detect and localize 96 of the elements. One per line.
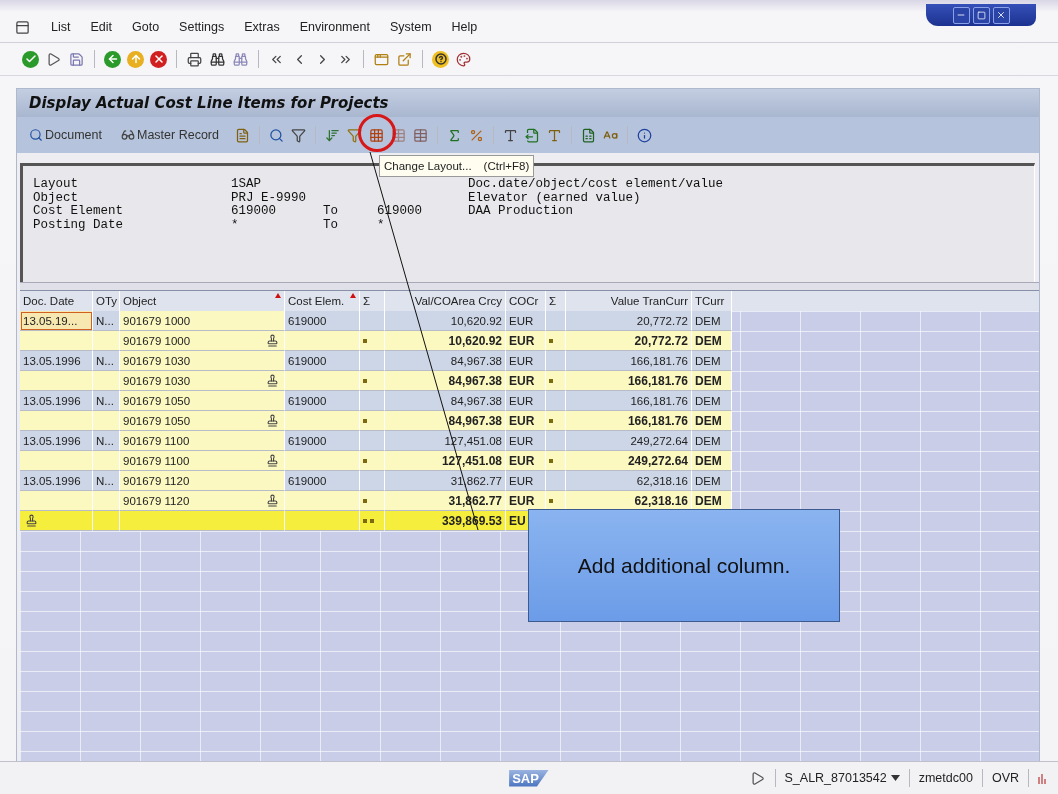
logo: SAP [509,769,549,787]
table-cell: DEM [692,411,732,431]
table-cell: DEM [692,491,732,511]
cell-text: 901679 1120 [123,494,190,507]
cell-text: 901679 1000 [123,334,191,347]
table-cell: DEM [692,471,732,491]
table-cell: 20,772.72 [566,331,692,351]
table-cell: N... [93,471,120,491]
menu-item[interactable]: Environment [299,20,370,34]
table-cell: 166,181.76 [566,391,692,411]
tooltip-shortcut: (Ctrl+F8) [483,160,530,172]
table-cell: EUR [506,411,546,431]
header-description: Elevator (earned value) [468,191,642,205]
table-cell: 901679 1100 [120,431,285,451]
tooltip-text: Change Layout... [384,160,472,172]
table-cell: 20,772.72 [566,311,692,331]
server-name: zmetdc00 [918,771,973,785]
table-cell: EUR [506,331,546,351]
table-cell: 62,318.16 [566,471,692,491]
header-value: * [231,218,240,233]
menu-item[interactable]: Edit [90,20,112,34]
header-description: Doc.date/object/cost element/value [468,178,725,192]
table-cell: EUR [506,371,546,391]
table-cell: 13.05.1996 [20,431,93,451]
master-record-button[interactable]: Master Record [117,128,223,142]
header-value: * [377,218,386,233]
table-cell: EUR [506,311,546,331]
table-cell: 10,620.92 [385,311,506,331]
table-cell: 13.05.1996 [20,471,93,491]
header-label: Posting Date [33,218,124,233]
cell-text: 901679 1100 [123,454,190,467]
table-cell: 619000 [285,311,360,331]
header-label: Layout [33,178,79,192]
table-cell: 13.05.19... [20,311,93,331]
table-cell: N... [93,431,120,451]
table-cell: 84,967.38 [385,391,506,411]
table-cell: 249,272.64 [566,431,692,451]
menu-item[interactable]: Goto [132,20,160,34]
menu-item[interactable]: System [389,20,432,34]
screen-title: Display Actual Cost Line Items for Projects [17,89,1039,117]
header-value: 619000 [231,205,277,219]
table-cell: 13.05.1996 [20,391,93,411]
menu-item[interactable]: Extras [244,20,280,34]
cell-text: 901679 1050 [123,414,191,427]
menu-item[interactable]: Settings [179,20,225,34]
table-cell: 339,869.53 [385,511,506,531]
table-cell: 901679 1030 [120,351,285,371]
input-mode: OVR [991,771,1019,785]
table-cell: EUR [506,451,546,471]
table-cell: 619000 [285,471,360,491]
table-cell: 166,181.76 [566,351,692,371]
header-value: 619000 [377,205,423,219]
menu-item[interactable]: List [51,20,71,34]
table-cell: 619000 [285,351,360,371]
table-cell: DEM [692,311,732,331]
table-cell: 13.05.1996 [20,351,93,371]
table-cell: 84,967.38 [385,351,506,371]
header-description: DAA Production [468,205,575,219]
header-value: 1SAP [231,178,262,192]
table-cell: 901679 1050 [120,391,285,411]
menu-item[interactable]: Help [451,20,478,34]
table-cell: DEM [692,351,732,371]
table-cell: EUR [506,471,546,491]
table-cell: 619000 [285,391,360,411]
table-cell: DEM [692,431,732,451]
table-cell: N... [93,391,120,411]
table-cell: DEM [692,391,732,411]
table-cell: 166,181.76 [566,371,692,391]
transaction-code[interactable]: S_ALR_87013542 [784,771,900,785]
cell-text: 901679 1030 [123,374,191,387]
callout-text: Add additional column. [528,509,840,622]
table-cell: EUR [506,351,546,371]
table-cell: N... [93,351,120,371]
table-cell: 901679 1000 [120,311,285,331]
document-button[interactable]: Document [25,128,106,142]
table-cell: 901679 1120 [120,471,285,491]
table-cell: 249,272.64 [566,451,692,471]
table-cell: EUR [506,431,546,451]
header-value: PRJ E-9990 [231,191,307,205]
table-cell: DEM [692,331,732,351]
table-cell: 84,967.38 [385,411,506,431]
header-label: To [323,218,339,233]
table-cell: EUR [506,491,546,511]
table-cell: 127,451.08 [385,431,506,451]
table-cell: 166,181.76 [566,411,692,431]
header-label: To [323,205,339,219]
table-cell: 84,967.38 [385,371,506,391]
header-label: Object [33,191,79,205]
table-cell: N... [93,311,120,331]
table-cell: 62,318.16 [566,491,692,511]
table-cell: 10,620.92 [385,331,506,351]
table-cell: EUR [506,391,546,411]
table-cell: DEM [692,451,732,471]
table-cell: DEM [692,371,732,391]
header-label: Cost Element [33,205,124,219]
table-cell: 619000 [285,431,360,451]
